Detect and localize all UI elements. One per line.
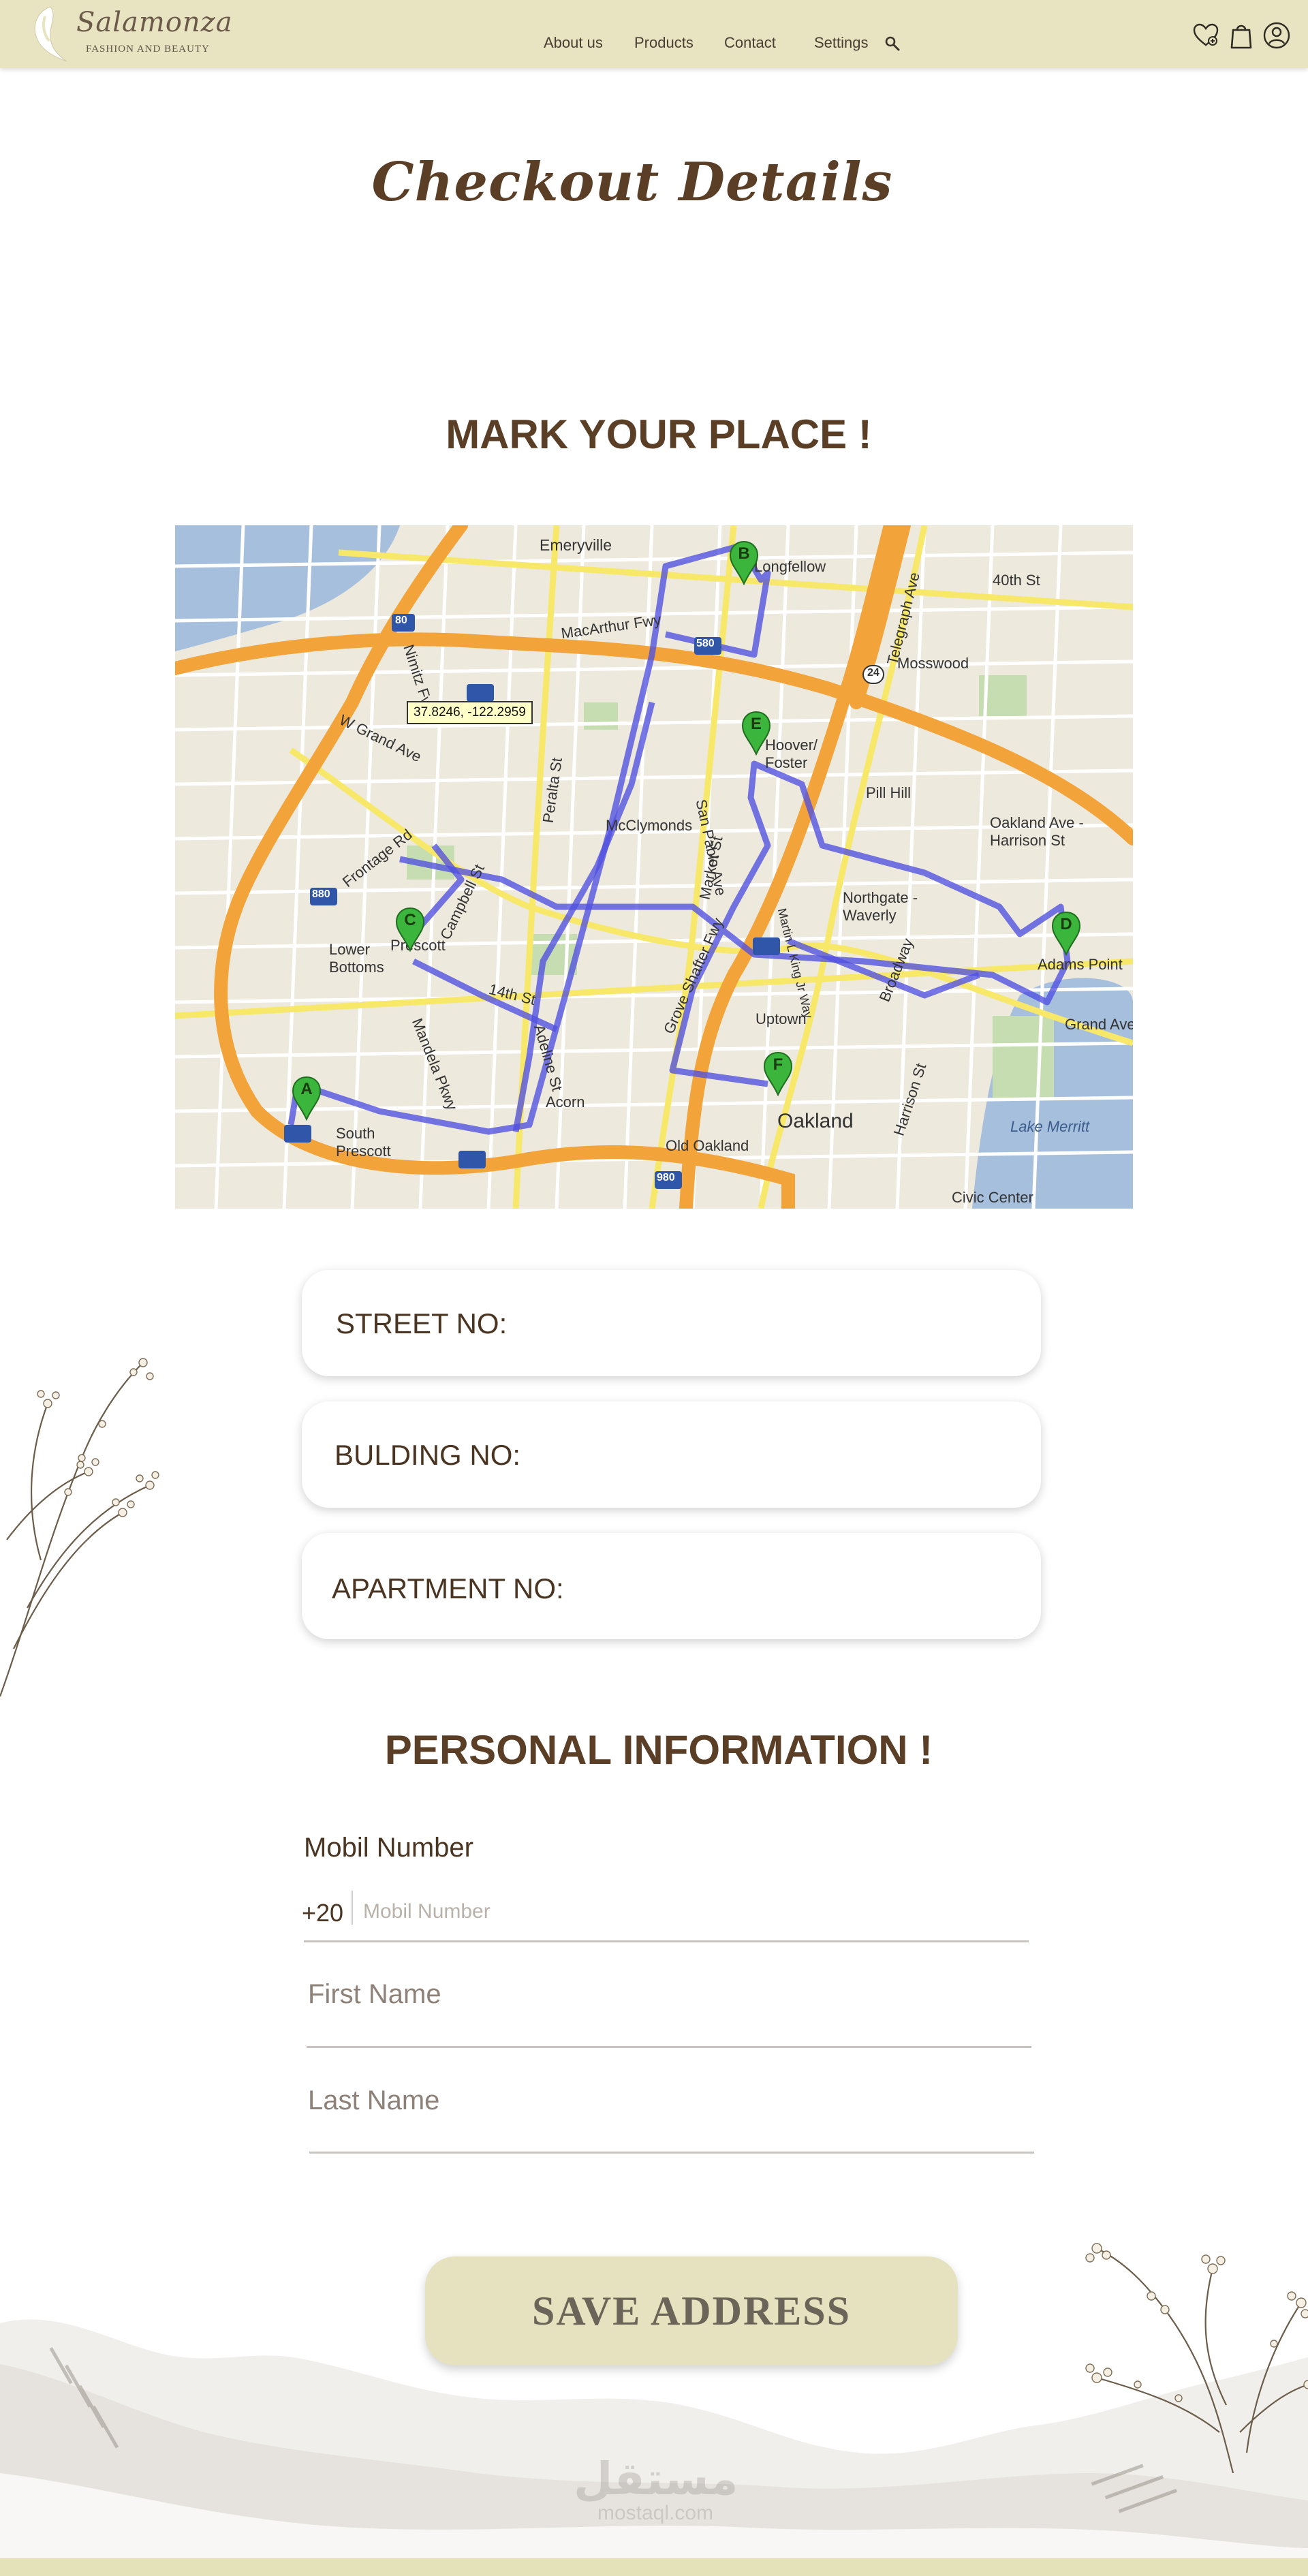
park xyxy=(584,702,618,730)
map-label: Longfellow xyxy=(754,558,826,575)
marker-letter: D xyxy=(1060,915,1072,933)
park xyxy=(993,1016,1054,1098)
nav-contact[interactable]: Contact xyxy=(724,34,776,52)
route-map[interactable]: Emeryville Longfellow Mosswood Hoover/ F… xyxy=(175,525,1133,1209)
marker-letter: E xyxy=(750,715,762,733)
map-marker-c[interactable]: C xyxy=(394,907,426,952)
highway-shield-label: 80 xyxy=(395,615,407,626)
street-label: 40th St xyxy=(993,572,1040,589)
footer-strip xyxy=(0,2558,1308,2576)
coordinate-readout: 37.8246, -122.2959 xyxy=(407,701,533,724)
nav-products[interactable]: Products xyxy=(634,34,694,52)
bay-water xyxy=(175,525,400,651)
heart-icon[interactable] xyxy=(1191,20,1221,50)
map-label: Oakland Ave - Harrison St xyxy=(990,814,1084,849)
watermark-latin: mostaql.com xyxy=(597,2502,714,2524)
page-title: Checkout Details xyxy=(371,151,893,213)
map-label: Civic Center xyxy=(952,1189,1033,1206)
first-name-underline xyxy=(307,2046,1031,2048)
highway-shield-label: 24 xyxy=(867,667,879,679)
map-label: Lake Merritt xyxy=(1010,1118,1090,1135)
header: Salamonza FASHION AND BEAUTY About us Pr… xyxy=(0,0,1308,68)
map-marker-e[interactable]: E xyxy=(741,711,772,756)
first-name-input[interactable] xyxy=(308,1974,1023,2015)
save-address-button[interactable]: SAVE ADDRESS xyxy=(425,2256,958,2365)
marker-letter: C xyxy=(404,911,416,929)
map-section-title: MARK YOUR PLACE ! xyxy=(446,412,872,457)
marker-letter: F xyxy=(773,1055,783,1074)
mobile-number-input[interactable] xyxy=(363,1896,976,1927)
mobile-number-label: Mobil Number xyxy=(304,1833,473,1863)
marker-letter: A xyxy=(300,1080,313,1098)
map-marker-b[interactable]: B xyxy=(728,540,760,585)
personal-info-title: PERSONAL INFORMATION ! xyxy=(384,1727,933,1773)
map-label: Hoover/ Foster xyxy=(765,736,818,771)
map-label: Northgate - Waverly xyxy=(843,889,918,924)
last-name-input[interactable] xyxy=(308,2080,1023,2121)
map-label: Uptown xyxy=(756,1010,807,1027)
map-marker-a[interactable]: A xyxy=(291,1076,322,1121)
mobile-number-row: +20 xyxy=(302,1891,1029,1942)
marker-letter: B xyxy=(738,544,750,563)
map-label: Grand Ave xyxy=(1065,1016,1133,1033)
apartment-no-field[interactable]: APARTMENT NO: xyxy=(302,1533,1041,1639)
watermark-arabic: مستقل xyxy=(574,2453,738,2505)
map-label: Lower Bottoms xyxy=(329,941,384,976)
map-marker-f[interactable]: F xyxy=(762,1051,794,1096)
map-label: McClymonds xyxy=(606,817,693,834)
country-code[interactable]: +20 xyxy=(302,1899,343,1927)
highway-shield-label: 980 xyxy=(657,1172,675,1183)
last-name-underline xyxy=(309,2152,1034,2154)
nav-settings[interactable]: Settings xyxy=(814,34,869,52)
street-no-label: STREET NO: xyxy=(336,1307,508,1339)
dried-flowers-right-decoration xyxy=(1085,2243,1308,2473)
map-label: Acorn xyxy=(546,1093,585,1111)
map-label: South Prescott xyxy=(336,1125,391,1160)
map-label: Old Oakland xyxy=(666,1137,749,1154)
dried-flowers-left-decoration xyxy=(0,1358,159,1697)
mobile-underline xyxy=(304,1940,1029,1942)
map-label: Emeryville xyxy=(540,536,612,554)
street-no-field[interactable]: STREET NO: xyxy=(302,1270,1041,1376)
main-nav: About us Products Contact Settings xyxy=(0,34,1308,55)
search-icon[interactable] xyxy=(884,35,901,52)
highway-shield-label: 580 xyxy=(696,638,715,649)
map-marker-d[interactable]: D xyxy=(1050,911,1082,956)
watermark: مستقل mostaql.com xyxy=(574,2453,738,2528)
map-label: Adams Point xyxy=(1038,956,1123,973)
nav-about-us[interactable]: About us xyxy=(544,34,603,52)
country-code-divider xyxy=(352,1891,353,1925)
highway-shield-label: 880 xyxy=(312,888,330,900)
map-label: Oakland xyxy=(777,1110,854,1132)
user-icon[interactable] xyxy=(1262,20,1292,50)
building-no-label: BULDING NO: xyxy=(334,1439,521,1471)
shopping-bag-icon[interactable] xyxy=(1226,20,1256,50)
apartment-no-label: APARTMENT NO: xyxy=(332,1572,564,1604)
building-no-field[interactable]: BULDING NO: xyxy=(302,1401,1041,1508)
map-label: Mosswood xyxy=(897,655,969,672)
map-label: Pill Hill xyxy=(866,784,911,801)
